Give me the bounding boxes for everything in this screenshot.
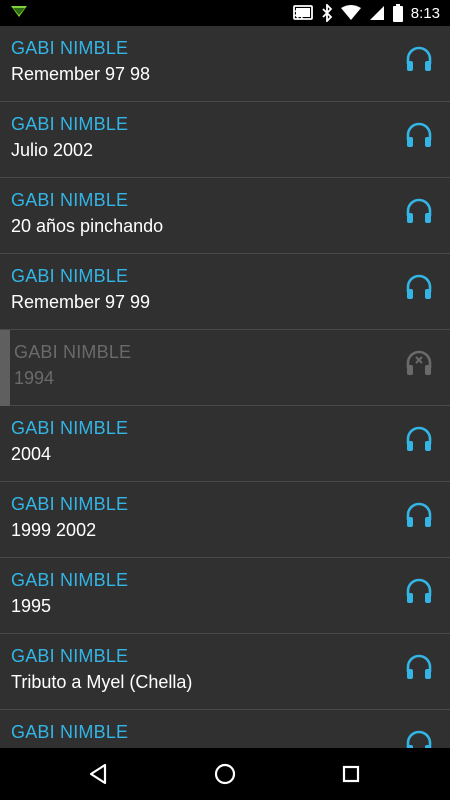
list-item[interactable]: GABI NIMBLE	[0, 710, 450, 748]
headphones-unavailable-icon[interactable]	[404, 348, 434, 378]
artist-label: GABI NIMBLE	[11, 266, 129, 286]
list-item[interactable]: GABI NIMBLE Tributo a Myel (Chella)	[0, 634, 450, 710]
artist-label: GABI NIMBLE	[14, 342, 132, 362]
artist-label: GABI NIMBLE	[11, 418, 129, 438]
list-item[interactable]: GABI NIMBLE 2004	[0, 406, 450, 482]
list-item[interactable]: GABI NIMBLE 20 años pinchando	[0, 178, 450, 254]
clock: 8:13	[410, 4, 440, 22]
cast-icon	[292, 5, 313, 21]
list-item[interactable]: GABI NIMBLE 1999 2002	[0, 482, 450, 558]
headphones-icon[interactable]	[404, 272, 434, 302]
track-title: 1995	[11, 596, 52, 616]
screen: 8:13 GABI NIMBLE Remember 97 98 GABI NIM…	[0, 0, 450, 800]
headphones-icon[interactable]	[404, 652, 434, 682]
track-list[interactable]: GABI NIMBLE Remember 97 98 GABI NIMBLE J…	[0, 26, 450, 748]
headphones-icon[interactable]	[404, 728, 434, 748]
track-title: 1999 2002	[11, 520, 97, 540]
artist-label: GABI NIMBLE	[11, 114, 129, 134]
artist-label: GABI NIMBLE	[11, 570, 129, 590]
artist-label: GABI NIMBLE	[11, 190, 129, 210]
track-title: Tributo a Myel (Chella)	[11, 672, 193, 692]
headphones-icon[interactable]	[404, 120, 434, 150]
headphones-icon[interactable]	[404, 500, 434, 530]
list-item[interactable]: GABI NIMBLE Remember 97 99	[0, 254, 450, 330]
navigation-bar	[0, 748, 450, 800]
headphones-icon[interactable]	[404, 44, 434, 74]
track-title: 2004	[11, 444, 52, 464]
list-item-unavailable[interactable]: GABI NIMBLE 1994	[0, 330, 450, 406]
bluetooth-icon	[321, 4, 333, 22]
list-item[interactable]: GABI NIMBLE 1995	[0, 558, 450, 634]
recents-icon[interactable]	[336, 759, 366, 789]
track-title: Remember 97 99	[11, 292, 151, 312]
track-title: 1994	[14, 368, 55, 388]
home-icon[interactable]	[210, 759, 240, 789]
artist-label: GABI NIMBLE	[11, 646, 129, 666]
artist-label: GABI NIMBLE	[11, 494, 129, 514]
selection-indicator	[0, 330, 10, 406]
artist-label: GABI NIMBLE	[11, 38, 129, 58]
artist-label: GABI NIMBLE	[11, 722, 129, 742]
headphones-icon[interactable]	[404, 196, 434, 226]
status-bar: 8:13	[0, 0, 450, 26]
track-title: 20 años pinchando	[11, 216, 164, 236]
signal-icon	[369, 5, 385, 21]
list-item[interactable]: GABI NIMBLE Julio 2002	[0, 102, 450, 178]
headphones-icon[interactable]	[404, 576, 434, 606]
notification-arrow-icon	[10, 5, 28, 24]
headphones-icon[interactable]	[404, 424, 434, 454]
back-icon[interactable]	[84, 759, 114, 789]
track-title: Julio 2002	[11, 140, 94, 160]
track-title: Remember 97 98	[11, 64, 151, 84]
list-item[interactable]: GABI NIMBLE Remember 97 98	[0, 26, 450, 102]
battery-icon	[392, 4, 403, 22]
wifi-icon	[340, 5, 361, 21]
